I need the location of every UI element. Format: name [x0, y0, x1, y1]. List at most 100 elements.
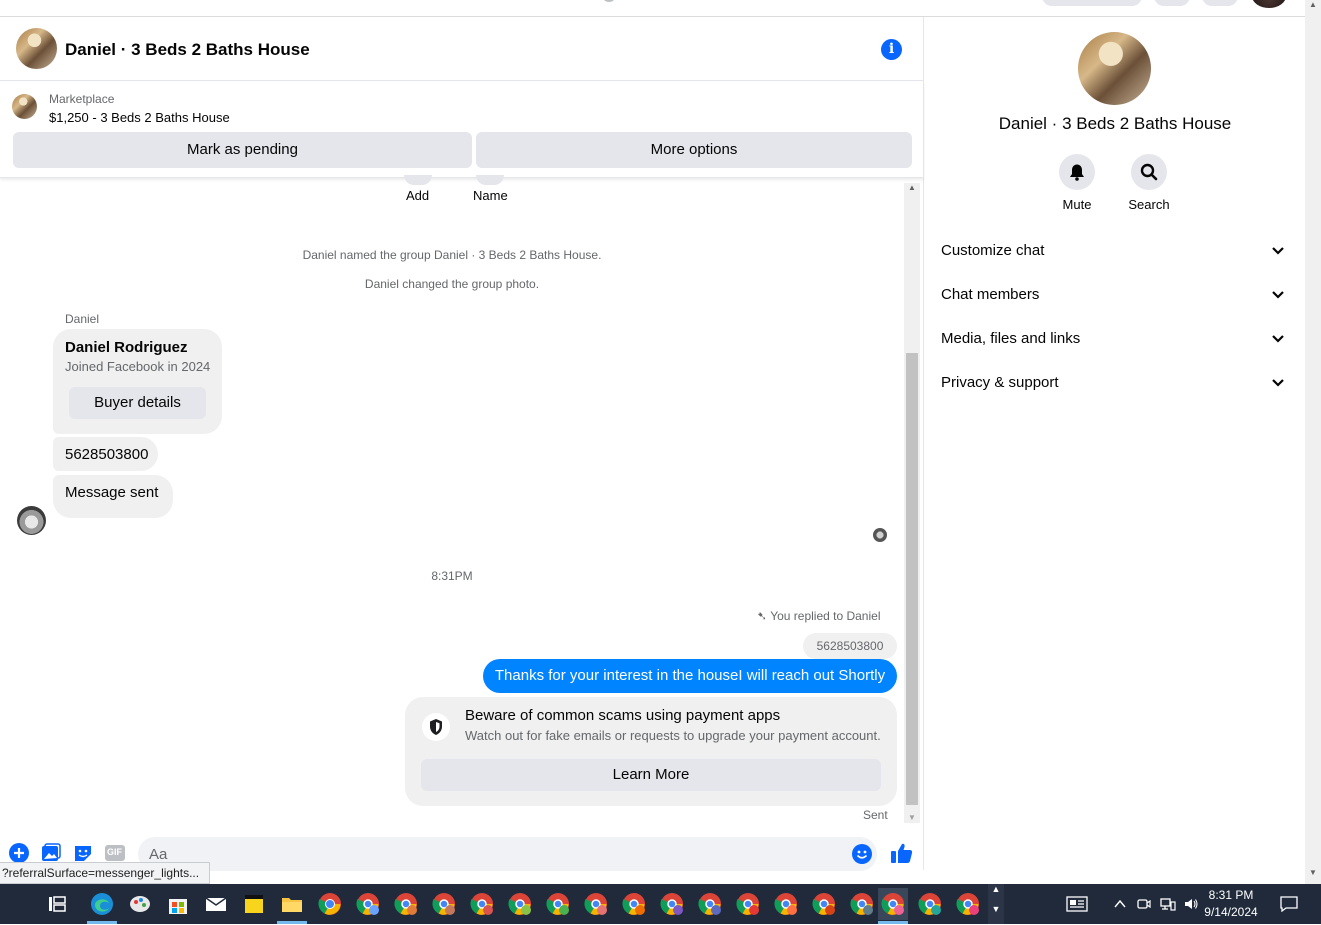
- chrome-profile-icon[interactable]: [432, 892, 456, 916]
- profile-subtitle: Joined Facebook in 2024: [65, 359, 211, 374]
- scroll-up-arrow[interactable]: ▲: [904, 183, 920, 193]
- taskbar-clock[interactable]: 8:31 PM 9/14/2024: [1198, 887, 1264, 921]
- more-options-button[interactable]: More options: [476, 132, 912, 168]
- bell-icon[interactable]: [1059, 154, 1095, 190]
- chrome-icon[interactable]: [318, 892, 342, 916]
- chevron-down-icon: [1271, 288, 1285, 300]
- section-media-files-links[interactable]: Media, files and links: [925, 316, 1305, 360]
- chevron-down-icon: [1271, 332, 1285, 344]
- add-member-button[interactable]: [404, 175, 432, 185]
- sticky-notes-icon[interactable]: [242, 892, 266, 916]
- marketplace-bar: Marketplace $1,250 - 3 Beds 2 Baths Hous…: [0, 82, 924, 178]
- chrome-profile-icon[interactable]: [698, 892, 722, 916]
- file-explorer-icon[interactable]: [280, 892, 304, 916]
- chat-header: Daniel · 3 Beds 2 Baths House i: [0, 17, 924, 81]
- network-icon[interactable]: [1160, 896, 1176, 912]
- chrome-profile-icon[interactable]: [356, 892, 380, 916]
- meet-now-icon[interactable]: [1136, 896, 1152, 912]
- gif-label: GIF: [107, 847, 122, 857]
- buyer-details-button[interactable]: Buyer details: [69, 387, 206, 419]
- chrome-profile-icon[interactable]: [394, 892, 418, 916]
- name-label: Name: [473, 188, 508, 203]
- scam-subtitle: Watch out for fake emails or requests to…: [465, 728, 881, 743]
- chat-title[interactable]: Daniel · 3 Beds 2 Baths House: [65, 40, 310, 60]
- section-privacy-support[interactable]: Privacy & support: [925, 360, 1305, 404]
- chrome-profile-icon[interactable]: [508, 892, 532, 916]
- quoted-message[interactable]: 5628503800: [803, 633, 897, 659]
- section-customize-chat[interactable]: Customize chat: [925, 228, 1305, 272]
- volume-icon[interactable]: [1183, 896, 1199, 912]
- reply-label: You replied to Daniel: [770, 609, 881, 623]
- news-widget-icon[interactable]: [1066, 896, 1088, 912]
- search-button[interactable]: Search: [1119, 154, 1179, 212]
- clock-date: 9/14/2024: [1204, 905, 1258, 919]
- chrome-profile-icon-active[interactable]: [878, 888, 908, 920]
- scroll-down-arrow[interactable]: ▼: [904, 813, 920, 823]
- section-label: Chat members: [941, 286, 1040, 303]
- listing-title[interactable]: $1,250 - 3 Beds 2 Baths House: [49, 110, 230, 125]
- chat-scrollbar[interactable]: ▲ ▼: [904, 183, 920, 823]
- chrome-profile-icon[interactable]: [660, 892, 684, 916]
- group-avatar[interactable]: [16, 28, 57, 69]
- photo-icon[interactable]: [41, 843, 61, 863]
- top-header-button[interactable]: [1042, 0, 1142, 6]
- chrome-profile-icon[interactable]: [736, 892, 760, 916]
- section-label: Media, files and links: [941, 330, 1081, 347]
- chrome-profile-icon[interactable]: [850, 892, 874, 916]
- account-avatar[interactable]: [1252, 0, 1286, 8]
- tray-chevron-up-icon[interactable]: [1112, 896, 1128, 912]
- outgoing-message[interactable]: Thanks for your interest in the houseI w…: [483, 659, 897, 693]
- gif-icon[interactable]: GIF: [105, 843, 125, 863]
- chevron-down-icon: [1271, 244, 1285, 256]
- scroll-thumb[interactable]: [906, 353, 918, 805]
- mark-as-pending-button[interactable]: Mark as pending: [13, 132, 472, 168]
- edge-icon[interactable]: [90, 892, 114, 916]
- chrome-profile-icon[interactable]: [546, 892, 570, 916]
- page-scroll-down-arrow[interactable]: ▼: [1305, 868, 1321, 882]
- paint-icon[interactable]: [128, 892, 152, 916]
- learn-more-button[interactable]: Learn More: [421, 759, 881, 791]
- chevron-down-icon: [1271, 376, 1285, 388]
- top-header-icon-button[interactable]: [1154, 0, 1190, 6]
- name-group-button[interactable]: [476, 175, 504, 185]
- info-icon[interactable]: i: [881, 39, 902, 60]
- task-view-icon[interactable]: [45, 892, 69, 916]
- windows-taskbar: ▲ ▼ 8:31 PM 9/14/2024: [0, 884, 1321, 924]
- top-header-icon-button[interactable]: [1202, 0, 1238, 6]
- mute-label: Mute: [1062, 197, 1092, 212]
- chrome-profile-icon[interactable]: [470, 892, 494, 916]
- mail-icon[interactable]: [204, 892, 228, 916]
- marketplace-label: Marketplace: [49, 92, 115, 106]
- chrome-profile-icon[interactable]: [956, 892, 980, 916]
- listing-thumbnail[interactable]: [12, 94, 37, 119]
- chrome-profile-icon[interactable]: [584, 892, 608, 916]
- sticker-icon[interactable]: [73, 843, 93, 863]
- top-indicator: [604, 0, 614, 2]
- chat-info-sidebar: Daniel · 3 Beds 2 Baths House Mute Searc…: [925, 17, 1305, 870]
- taskbar-scroll-arrows[interactable]: ▲ ▼: [988, 884, 1004, 924]
- message-composer[interactable]: [138, 837, 877, 871]
- chrome-profile-icon[interactable]: [812, 892, 836, 916]
- search-icon[interactable]: [1131, 154, 1167, 190]
- sender-avatar[interactable]: [17, 506, 46, 535]
- chrome-profile-icon[interactable]: [622, 892, 646, 916]
- page-scrollbar[interactable]: ▲ ▼: [1305, 0, 1321, 884]
- reply-indicator: ➷ You replied to Daniel: [757, 609, 881, 623]
- plus-icon[interactable]: [9, 843, 29, 863]
- add-label: Add: [406, 188, 430, 203]
- page-scroll-up-arrow[interactable]: ▲: [1305, 0, 1321, 14]
- seen-receipt-avatar: [873, 528, 887, 542]
- notifications-icon[interactable]: [1280, 896, 1298, 913]
- thumbs-up-icon[interactable]: [890, 841, 914, 865]
- mute-button[interactable]: Mute: [1047, 154, 1107, 212]
- section-chat-members[interactable]: Chat members: [925, 272, 1305, 316]
- message-input[interactable]: [138, 837, 838, 871]
- emoji-icon[interactable]: [852, 844, 872, 864]
- message-text: 5628503800: [65, 446, 149, 463]
- store-icon[interactable]: [166, 892, 190, 916]
- sidebar-group-avatar[interactable]: [1078, 32, 1151, 105]
- chat-pane: Daniel · 3 Beds 2 Baths House i Marketpl…: [0, 17, 924, 871]
- clock-time: 8:31 PM: [1208, 888, 1254, 902]
- chrome-profile-icon[interactable]: [774, 892, 798, 916]
- chrome-profile-icon[interactable]: [918, 892, 942, 916]
